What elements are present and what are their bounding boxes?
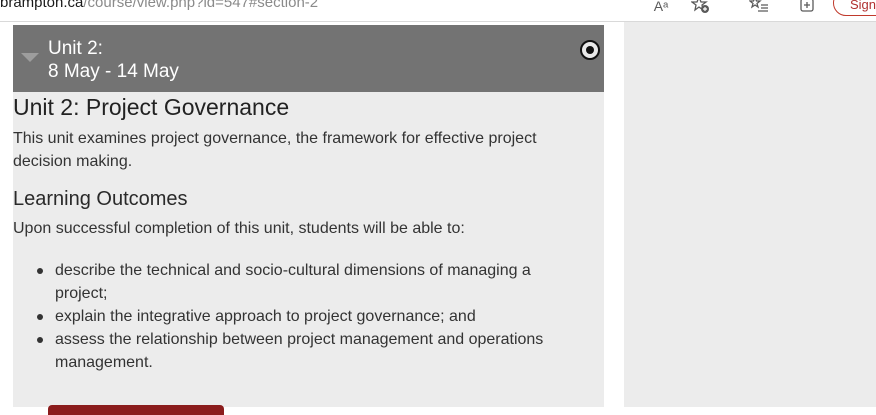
url-path: /course/view.php?id=547#section-2: [83, 0, 319, 11]
favorite-add-icon[interactable]: [690, 0, 712, 16]
current-section-icon: [580, 40, 600, 60]
sign-in-button[interactable]: Sign: [833, 0, 876, 16]
learning-outcomes-heading: Learning Outcomes: [13, 188, 188, 210]
column-gutter: [604, 22, 624, 407]
course-section: Unit 2: 8 May - 14 May Unit 2: Project G…: [13, 25, 604, 415]
unit-heading: Unit 2: Project Governance: [13, 94, 290, 120]
list-item: describe the technical and socio-cultura…: [13, 259, 593, 305]
browser-address-bar[interactable]: brampton.ca/course/view.php?id=547#secti…: [0, 0, 876, 22]
collapse-toggle-icon[interactable]: [21, 53, 39, 62]
url-domain: brampton.ca: [0, 0, 84, 11]
section-header[interactable]: Unit 2: 8 May - 14 May: [13, 25, 604, 92]
url-text[interactable]: brampton.ca/course/view.php?id=547#secti…: [0, 0, 318, 11]
section-title[interactable]: Unit 2: 8 May - 14 May: [48, 37, 179, 83]
learning-outcomes-list: describe the technical and socio-cultura…: [13, 259, 593, 374]
learning-outcomes-intro: Upon successful completion of this unit,…: [13, 220, 465, 237]
page-content: Unit 2: 8 May - 14 May Unit 2: Project G…: [0, 22, 876, 415]
right-sidebar: [624, 22, 876, 407]
read-aloud-icon[interactable]: Aᵃ: [650, 0, 672, 16]
section-title-line2: 8 May - 14 May: [48, 61, 179, 82]
section-title-line1: Unit 2:: [48, 38, 103, 59]
list-item: assess the relationship between project …: [13, 328, 593, 374]
collections-icon[interactable]: [797, 0, 819, 16]
list-item: explain the integrative approach to proj…: [13, 305, 593, 328]
unit-description: This unit examines project governance, t…: [13, 130, 537, 170]
favorites-list-icon[interactable]: [748, 0, 770, 16]
